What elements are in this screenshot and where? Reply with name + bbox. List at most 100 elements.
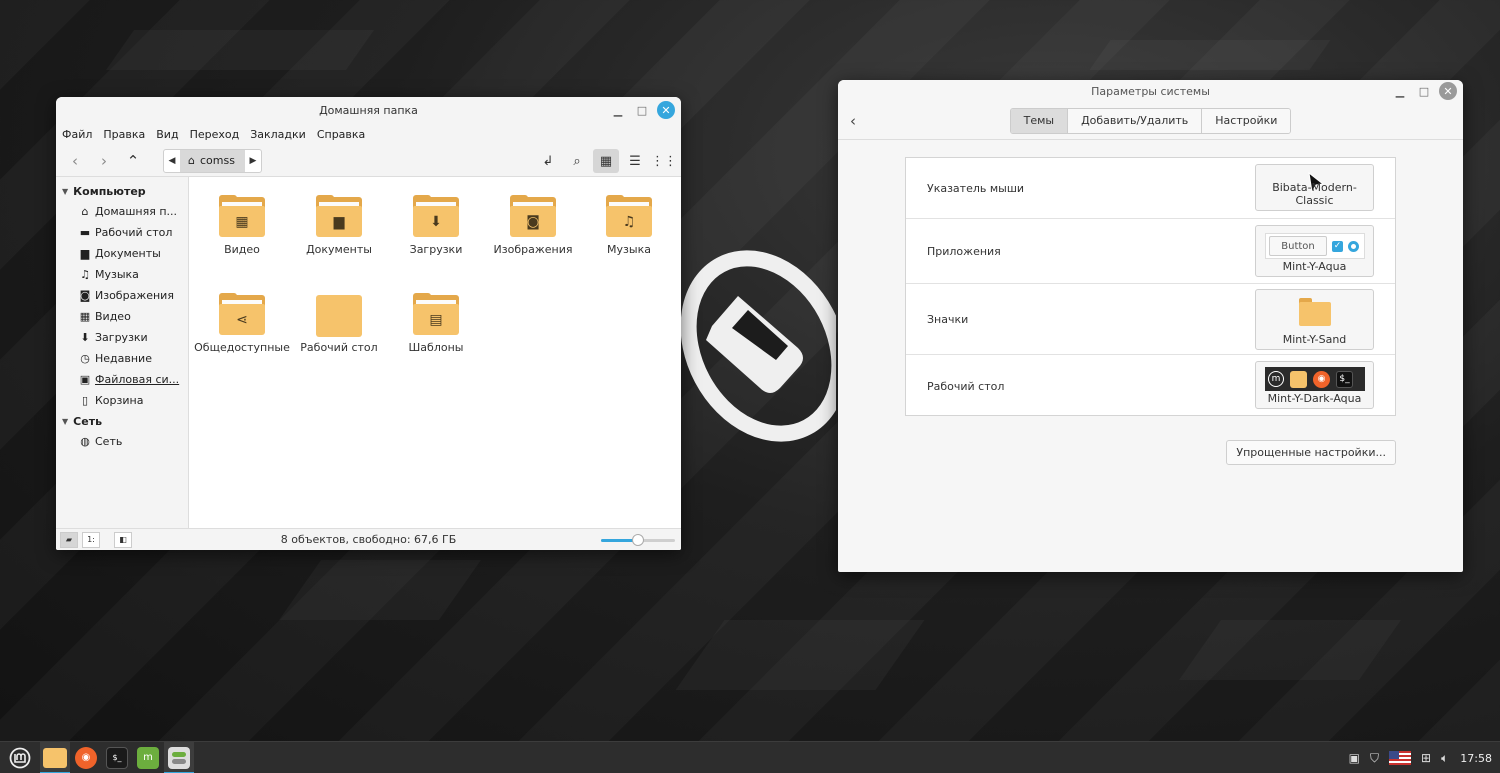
sidebar-item-home[interactable]: ⌂ Домашняя п... (56, 201, 188, 222)
sidebar-item-documents[interactable]: ▆ Документы (56, 243, 188, 264)
settings-window: Параметры системы ▁ □ ✕ ‹ Темы Добавить/… (838, 80, 1463, 572)
sidebar-item-recent[interactable]: ◷ Недавние (56, 348, 188, 369)
collapse-icon: ▼ (62, 416, 69, 426)
wallpaper-stripe (279, 560, 481, 620)
sidebar-item-downloads[interactable]: ⬇ Загрузки (56, 327, 188, 348)
taskbar-file-manager[interactable] (40, 741, 70, 773)
icons-theme-button[interactable]: Mint-Y-Sand (1255, 289, 1374, 350)
zoom-slider-knob[interactable] (632, 534, 644, 546)
sidebar-section-computer[interactable]: ▼ Компьютер (56, 181, 188, 201)
shield-icon[interactable]: ⛉ (1370, 751, 1379, 766)
folder-item-music[interactable]: ♫ Музыка (581, 195, 677, 256)
sidebar-item-pictures[interactable]: ◙ Изображения (56, 285, 188, 306)
checkbox-icon: ✓ (1332, 240, 1343, 252)
sidebar-item-label: Домашняя п... (95, 205, 178, 218)
close-button[interactable]: ✕ (1439, 82, 1457, 100)
folder-item-desktop[interactable]: Рабочий стол (291, 295, 387, 354)
folder-label: Шаблоны (408, 341, 464, 354)
grid-view-icon[interactable]: ▦ (593, 149, 619, 173)
menu-view[interactable]: Вид (156, 128, 178, 141)
document-icon: ▆ (80, 247, 90, 260)
menu-go[interactable]: Переход (190, 128, 240, 141)
row-label: Приложения (927, 244, 1001, 258)
taskbar-system-settings[interactable] (164, 741, 194, 773)
compact-view-icon[interactable]: ⋮⋮ (651, 149, 677, 173)
cursor-theme-button[interactable]: Bibata-Modern-Classic (1255, 164, 1374, 211)
folder-label: Видео (224, 243, 260, 256)
sidebar-section-network[interactable]: ▼ Сеть (56, 411, 188, 431)
music-icon: ♫ (606, 195, 652, 239)
network-icon[interactable]: ⊞ (1421, 751, 1431, 765)
menu-bookmarks[interactable]: Закладки (250, 128, 306, 141)
path-right-arrow[interactable]: ▶ (245, 150, 261, 172)
back-button[interactable]: ‹ (62, 149, 88, 173)
applications-theme-button[interactable]: Button ✓ Mint-Y-Aqua (1255, 225, 1374, 277)
mint-logo-wallpaper (680, 250, 836, 442)
search-icon[interactable]: ⌕ (564, 149, 590, 173)
menu-file[interactable]: Файл (62, 128, 92, 141)
preview-button: Button (1269, 236, 1327, 256)
row-label: Указатель мыши (927, 181, 1025, 195)
themes-panel: Указатель мыши Bibata-Modern-Classic При… (905, 157, 1396, 416)
clipboard-icon[interactable]: ▣ (1349, 751, 1360, 765)
taskbar-firefox[interactable]: ◉ (71, 742, 101, 773)
keyboard-layout-flag-icon[interactable] (1389, 751, 1412, 765)
up-button[interactable]: ⌃ (120, 149, 146, 173)
tab-settings[interactable]: Настройки (1202, 108, 1291, 133)
start-menu-button[interactable] (0, 742, 40, 773)
wallpaper-stripe (1179, 620, 1401, 680)
tab-add-remove[interactable]: Добавить/Удалить (1068, 108, 1203, 133)
sidebar-item-desktop[interactable]: ▬ Рабочий стол (56, 222, 188, 243)
sidebar-item-videos[interactable]: ▦ Видео (56, 306, 188, 327)
path-crumb-home[interactable]: ⌂ comss (180, 149, 245, 172)
camera-icon: ◙ (79, 289, 91, 302)
menu-help[interactable]: Справка (317, 128, 365, 141)
sidebar-item-filesystem[interactable]: ▣ Файловая си... (56, 369, 188, 390)
home-icon: ⌂ (188, 154, 195, 167)
tab-themes[interactable]: Темы (1010, 108, 1069, 133)
show-places-icon[interactable]: ▰ (60, 531, 78, 548)
desktop-theme-button[interactable]: m ◉ $_ Mint-Y-Dark-Aqua (1255, 361, 1374, 409)
clock[interactable]: 17:58 (1460, 752, 1492, 765)
taskbar-terminal[interactable]: $_ (102, 742, 132, 773)
taskbar-mint-update[interactable]: m (133, 742, 163, 773)
applications-theme-preview: Button ✓ (1265, 233, 1365, 259)
folder-label: Музыка (607, 243, 651, 256)
menu-edit[interactable]: Правка (103, 128, 145, 141)
folder-item-public[interactable]: ⋖ Общедоступные (194, 293, 290, 354)
list-view-icon[interactable]: ☰ (622, 149, 648, 173)
file-grid[interactable]: ▦ Видео ▆ Документы ⬇ Загрузки ◙ Изображ… (189, 177, 681, 528)
folder-item-templates[interactable]: ▤ Шаблоны (388, 293, 484, 354)
maximize-button[interactable]: □ (1415, 82, 1433, 100)
mint-update-icon: m (137, 746, 159, 769)
folder-icon (43, 747, 67, 768)
close-button[interactable]: ✕ (657, 101, 675, 119)
terminal-icon: $_ (106, 746, 128, 769)
maximize-button[interactable]: □ (633, 101, 651, 119)
zoom-slider[interactable] (601, 534, 675, 546)
toggle-location-icon[interactable]: ↲ (535, 149, 561, 173)
volume-icon[interactable]: 🔈︎ (1441, 751, 1448, 766)
forward-button[interactable]: › (91, 149, 117, 173)
sidebar-item-trash[interactable]: ▯ Корзина (56, 390, 188, 411)
hide-sidebar-icon[interactable]: ◧ (114, 531, 132, 548)
show-tree-icon[interactable]: 1: (82, 531, 100, 548)
minimize-button[interactable]: ▁ (1391, 82, 1409, 100)
folder-item-downloads[interactable]: ⬇ Загрузки (388, 195, 484, 256)
back-arrow-icon[interactable]: ‹ (850, 112, 856, 130)
path-left-arrow[interactable]: ◀ (164, 150, 180, 172)
settings-titlebar[interactable]: Параметры системы ▁ □ ✕ (838, 80, 1463, 102)
file-manager-titlebar[interactable]: Домашняя папка ▁ □ ✕ (56, 97, 681, 123)
folder-label: Рабочий стол (300, 341, 378, 354)
folder-item-documents[interactable]: ▆ Документы (291, 195, 387, 256)
simple-settings-button[interactable]: Упрощенные настройки... (1226, 440, 1396, 465)
minimize-button[interactable]: ▁ (609, 101, 627, 119)
camera-icon: ◙ (510, 195, 556, 239)
folder-item-videos[interactable]: ▦ Видео (194, 195, 290, 256)
desktop-folder-icon (316, 295, 362, 337)
network-icon: ◍ (80, 435, 90, 448)
sidebar-item-network[interactable]: ◍ Сеть (56, 431, 188, 452)
sidebar-item-music[interactable]: ♫ Музыка (56, 264, 188, 285)
window-title: Параметры системы (1091, 84, 1210, 98)
folder-item-pictures[interactable]: ◙ Изображения (485, 195, 581, 256)
